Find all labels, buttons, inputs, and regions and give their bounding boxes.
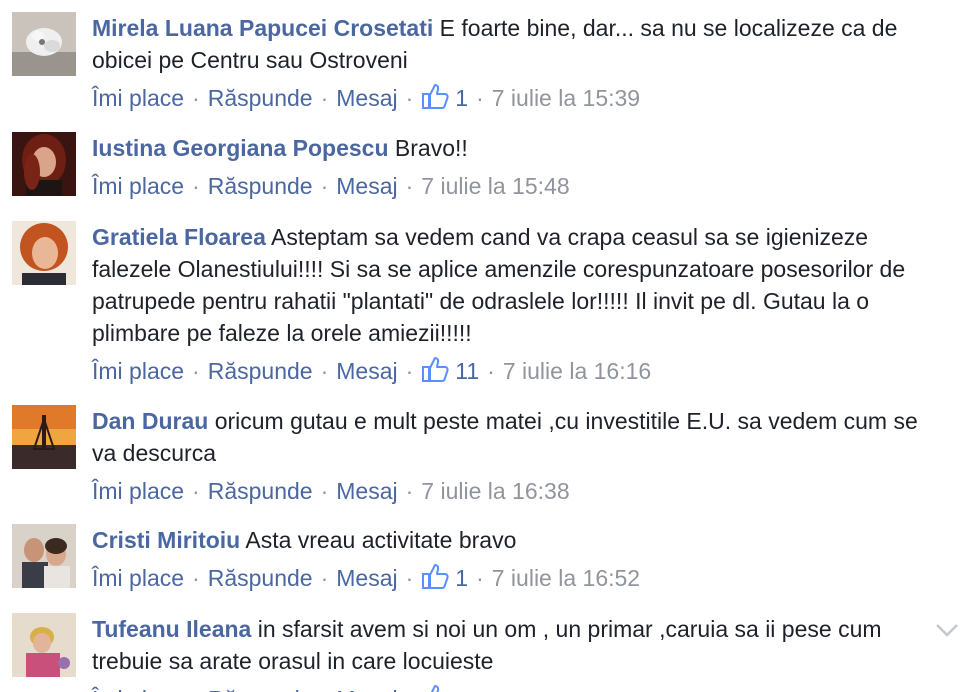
comment-timestamp[interactable]: 7 iulie la 15:48 <box>421 173 569 199</box>
separator: · <box>184 686 208 692</box>
thumbs-up-icon[interactable] <box>421 563 449 589</box>
separator: · <box>320 358 329 384</box>
separator: · <box>398 686 422 692</box>
separator: · <box>405 478 414 504</box>
message-link[interactable]: Mesaj <box>336 686 397 692</box>
avatar[interactable] <box>12 132 76 196</box>
avatar[interactable] <box>12 613 76 677</box>
separator: · <box>320 478 329 504</box>
comment-timestamp[interactable]: 7 iulie la 15:39 <box>492 85 640 111</box>
separator: · <box>320 173 329 199</box>
comment-feed: Mirela Luana Papucei Crosetati E foarte … <box>0 0 970 692</box>
separator: · <box>405 358 414 384</box>
comment-actions: Îmi place · Răspunde · Mesaj · 1 · 7 iulie la 15… <box>92 82 930 114</box>
reply-link[interactable]: Răspunde <box>208 358 313 384</box>
separator: · <box>476 565 484 591</box>
comment-actions: Îmi place · Răspunde · Mesaj · 7 iulie la 16:3… <box>92 475 930 507</box>
separator: · <box>487 358 495 384</box>
comment-author-link[interactable]: Iustina Georgiana Popescu <box>92 135 389 161</box>
avatar[interactable] <box>12 524 76 588</box>
thumbs-up-icon[interactable] <box>421 684 449 692</box>
avatar[interactable] <box>12 405 76 469</box>
comment-author-link[interactable]: Tufeanu Ileana <box>92 616 251 642</box>
separator: · <box>476 85 484 111</box>
comment-timestamp[interactable]: 7 iulie la 16:38 <box>421 478 569 504</box>
like-link[interactable]: Îmi place <box>92 85 184 111</box>
comment-author-link[interactable]: Mirela Luana Papucei Crosetati <box>92 15 433 41</box>
comment-author-link[interactable]: Cristi Miritoiu <box>92 527 240 553</box>
comment-timestamp[interactable]: 7 iulie la 16:16 <box>503 358 651 384</box>
thumbs-up-icon[interactable] <box>421 83 449 109</box>
message-link[interactable]: Mesaj <box>336 173 397 199</box>
comment-actions: Îmi place · Răspunde · Mesaj · 7 iulie la 15:4… <box>92 170 930 202</box>
message-link[interactable]: Mesaj <box>336 565 397 591</box>
comment-text: oricum gutau e mult peste matei ,cu inve… <box>92 408 918 466</box>
separator: · <box>320 85 329 111</box>
thumbs-up-icon[interactable] <box>421 356 449 382</box>
comment-author-link[interactable]: Gratiela Floarea <box>92 224 266 250</box>
separator: · <box>405 173 414 199</box>
avatar[interactable] <box>12 12 76 76</box>
avatar-image <box>12 132 76 196</box>
reply-link[interactable]: Răspunde <box>208 478 313 504</box>
separator: · <box>192 478 200 504</box>
like-link[interactable]: Îmi place <box>92 478 184 504</box>
comment-text: Asta vreau activitate bravo <box>245 527 517 553</box>
avatar-image <box>12 12 76 76</box>
message-link[interactable]: Mesaj <box>336 85 397 111</box>
comment-timestamp[interactable]: 7 iulie la 16:52 <box>492 565 640 591</box>
separator: · <box>320 565 329 591</box>
separator: · <box>405 85 414 111</box>
separator: · <box>192 565 200 591</box>
comment-author-link[interactable]: Dan Durau <box>92 408 208 434</box>
like-count[interactable]: 1 <box>455 565 468 591</box>
reply-link[interactable]: Răspunde <box>208 85 313 111</box>
reply-link[interactable]: Răspunde <box>208 686 313 692</box>
separator: · <box>405 565 414 591</box>
comment-text: Bravo!! <box>394 135 468 161</box>
avatar-image <box>12 524 76 588</box>
reply-link[interactable]: Răspunde <box>208 173 313 199</box>
message-link[interactable]: Mesaj <box>336 358 397 384</box>
separator: · <box>192 173 200 199</box>
comment-actions: Îmi place · Răspunde · Mesaj · 11 · 7 iulie la 1… <box>92 355 930 387</box>
like-link[interactable]: Îmi place <box>92 358 184 384</box>
separator: · <box>192 85 200 111</box>
avatar-image <box>12 405 76 469</box>
like-count[interactable]: 1 <box>455 85 468 111</box>
message-link[interactable]: Mesaj <box>336 478 397 504</box>
avatar[interactable] <box>12 221 76 285</box>
comment-actions: Îmi place · Răspunde · Mesaj · 1 · 7 iulie la 16… <box>92 562 930 594</box>
separator: · <box>313 686 337 692</box>
like-link[interactable]: Îmi place <box>92 173 184 199</box>
like-count[interactable]: 11 <box>455 358 479 384</box>
avatar-image <box>12 613 76 677</box>
like-link[interactable]: Îmi place <box>92 686 184 692</box>
chevron-down-icon[interactable] <box>934 620 960 640</box>
avatar-image <box>12 221 76 285</box>
separator: · <box>192 358 200 384</box>
like-link[interactable]: Îmi place <box>92 565 184 591</box>
comment-actions: Îmi place·Răspunde·Mesaj· <box>92 683 930 692</box>
reply-link[interactable]: Răspunde <box>208 565 313 591</box>
